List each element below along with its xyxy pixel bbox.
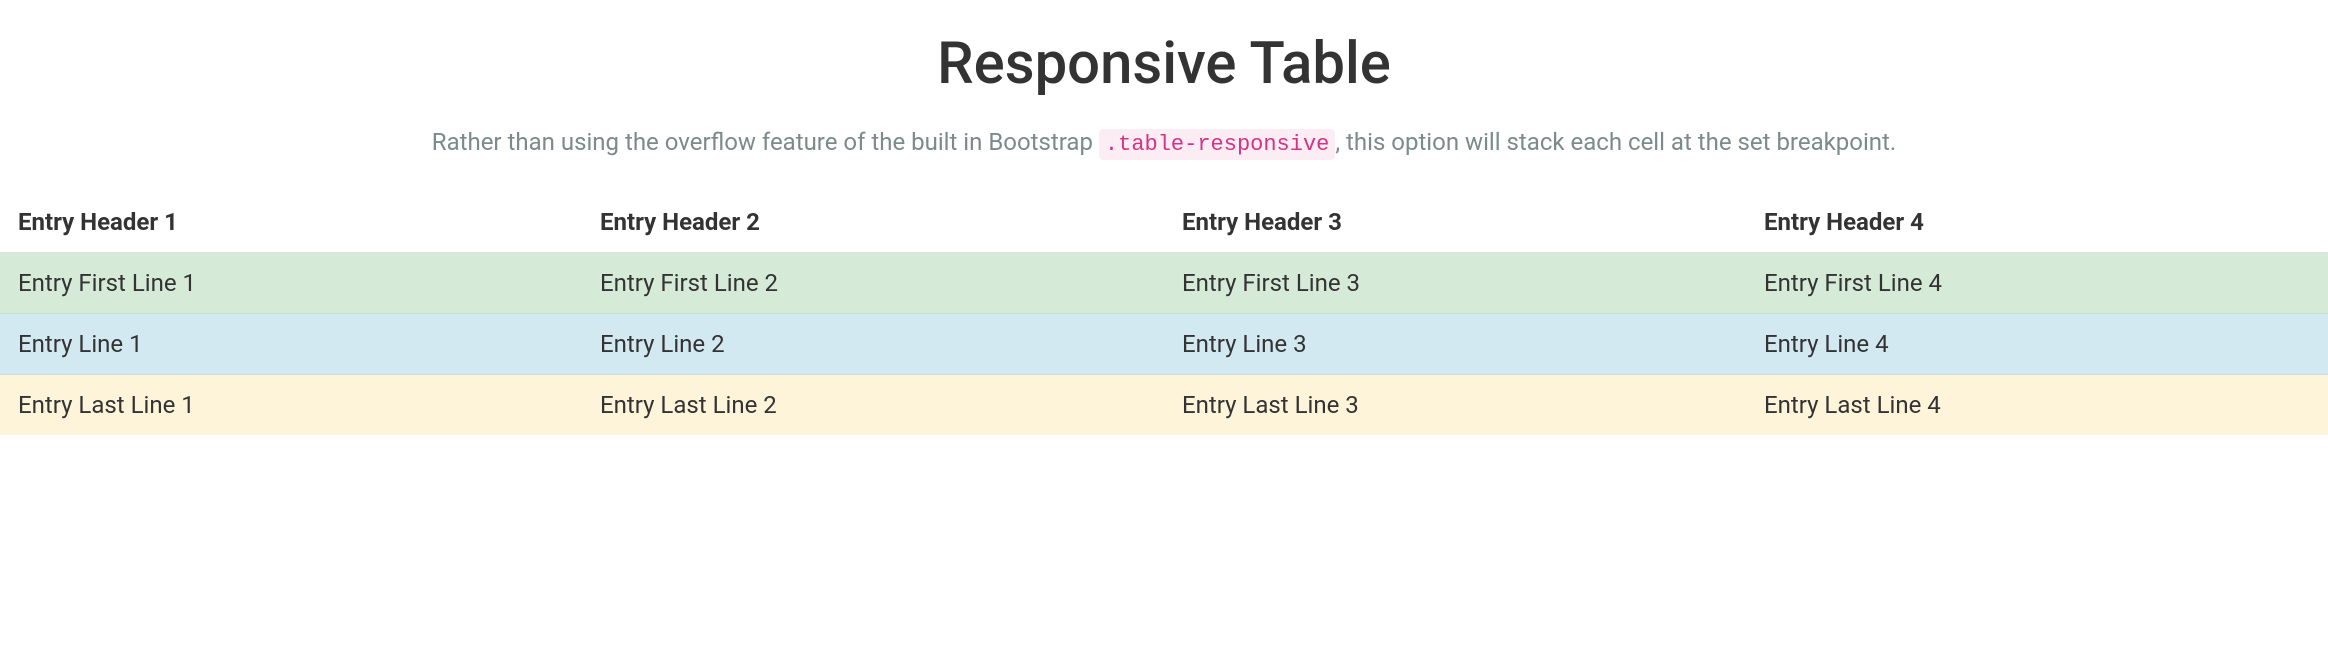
page-container: Responsive Table Rather than using the o… bbox=[0, 0, 2328, 435]
page-title: Responsive Table bbox=[0, 30, 2328, 98]
table-cell: Entry Line 1 bbox=[0, 314, 582, 375]
description-code: .table-responsive bbox=[1099, 129, 1335, 160]
table-cell: Entry Last Line 2 bbox=[582, 375, 1164, 436]
table-cell: Entry First Line 4 bbox=[1746, 253, 2328, 314]
table-head: Entry Header 1 Entry Header 2 Entry Head… bbox=[0, 192, 2328, 253]
table-cell: Entry Last Line 4 bbox=[1746, 375, 2328, 436]
description-text-after: , this option will stack each cell at th… bbox=[1335, 128, 1896, 156]
table-cell: Entry First Line 2 bbox=[582, 253, 1164, 314]
table-cell: Entry Last Line 1 bbox=[0, 375, 582, 436]
table-cell: Entry Last Line 3 bbox=[1164, 375, 1746, 436]
table-row: Entry Line 1 Entry Line 2 Entry Line 3 E… bbox=[0, 314, 2328, 375]
table-cell: Entry Line 2 bbox=[582, 314, 1164, 375]
table-row: Entry First Line 1 Entry First Line 2 En… bbox=[0, 253, 2328, 314]
table-cell: Entry Line 3 bbox=[1164, 314, 1746, 375]
page-description: Rather than using the overflow feature o… bbox=[0, 128, 2328, 157]
table-row: Entry Last Line 1 Entry Last Line 2 Entr… bbox=[0, 375, 2328, 436]
table-header: Entry Header 3 bbox=[1164, 192, 1746, 253]
table-cell: Entry Line 4 bbox=[1746, 314, 2328, 375]
table-cell: Entry First Line 3 bbox=[1164, 253, 1746, 314]
table-header: Entry Header 4 bbox=[1746, 192, 2328, 253]
table-body: Entry First Line 1 Entry First Line 2 En… bbox=[0, 253, 2328, 436]
description-text-before: Rather than using the overflow feature o… bbox=[432, 128, 1099, 156]
responsive-table: Entry Header 1 Entry Header 2 Entry Head… bbox=[0, 192, 2328, 435]
table-header-row: Entry Header 1 Entry Header 2 Entry Head… bbox=[0, 192, 2328, 253]
table-header: Entry Header 2 bbox=[582, 192, 1164, 253]
table-cell: Entry First Line 1 bbox=[0, 253, 582, 314]
table-header: Entry Header 1 bbox=[0, 192, 582, 253]
